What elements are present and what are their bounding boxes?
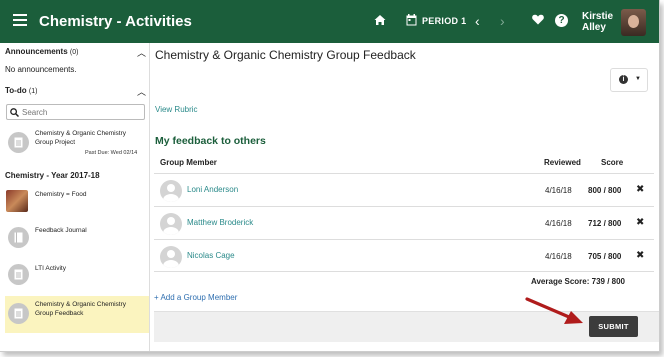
help-icon[interactable]: ?	[555, 14, 568, 27]
search-icon	[10, 107, 19, 117]
reviewed-date: 4/16/18	[545, 219, 572, 228]
document-icon	[8, 132, 29, 153]
course-item-label: Chemistry = Food	[35, 191, 87, 198]
column-header-reviewed: Reviewed	[544, 158, 581, 167]
info-icon: i	[619, 75, 628, 84]
user-last-name: Alley	[582, 22, 606, 33]
page-title: Chemistry & Organic Chemistry Group Feed…	[155, 48, 416, 62]
todo-item-label: Chemistry & Organic Chemistry Group Proj…	[35, 129, 126, 147]
collapse-todo-icon[interactable]: ︿	[137, 85, 146, 98]
score-value: 712 / 800	[588, 219, 622, 228]
top-bar: Chemistry - Activities PERIOD 1 ‹ › ? Ki…	[0, 0, 659, 43]
app-title: Chemistry - Activities	[39, 13, 192, 30]
view-rubric-link[interactable]: View Rubric	[155, 105, 198, 114]
announcements-header: Announcements (0)	[5, 47, 78, 56]
chevron-right-icon[interactable]: ›	[500, 13, 505, 29]
course-item-label: Feedback Journal	[35, 227, 87, 234]
avatar[interactable]	[621, 9, 646, 36]
course-item-line2: Group Feedback	[35, 310, 84, 317]
annotation-arrow	[525, 297, 583, 324]
add-group-member-link[interactable]: + Add a Group Member	[154, 293, 237, 302]
member-avatar	[160, 246, 182, 268]
due-date: Past Due: Wed 02/14	[85, 150, 138, 156]
member-avatar	[160, 180, 182, 202]
plus-icon: +	[154, 293, 159, 302]
average-score: Average Score: 739 / 800	[531, 277, 625, 286]
column-header-score: Score	[601, 158, 624, 167]
todo-label: To-do	[5, 86, 27, 95]
table-row: Loni Anderson 4/16/18 800 / 800 ✖	[154, 173, 654, 206]
food-thumbnail	[6, 190, 28, 212]
reviewed-date: 4/16/18	[545, 252, 572, 261]
score-value: 800 / 800	[588, 186, 622, 195]
user-first-name: Kirstie	[582, 11, 614, 22]
user-name[interactable]: Kirstie Alley	[582, 11, 613, 33]
member-name-link[interactable]: Nicolas Cage	[187, 251, 235, 260]
collapse-announcements-icon[interactable]: ︿	[137, 46, 146, 59]
calendar-icon[interactable]	[406, 14, 417, 26]
table-row: Matthew Broderick 4/16/18 712 / 800 ✖	[154, 206, 654, 239]
document-icon	[8, 264, 29, 285]
table-row: Nicolas Cage 4/16/18 705 / 800 ✖	[154, 239, 654, 272]
chevron-left-icon[interactable]: ‹	[475, 13, 480, 29]
course-header: Chemistry - Year 2017-18	[5, 171, 100, 180]
search-box	[6, 104, 145, 120]
todo-item-line2: Group Project	[35, 139, 76, 146]
announcements-count: (0)	[69, 49, 79, 56]
app-window: Chemistry - Activities PERIOD 1 ‹ › ? Ki…	[0, 0, 660, 352]
submit-button[interactable]: SUBMIT	[589, 316, 638, 337]
period-selector[interactable]: PERIOD 1	[422, 16, 466, 26]
member-name-link[interactable]: Matthew Broderick	[187, 218, 253, 227]
remove-icon[interactable]: ✖	[636, 250, 644, 261]
course-item-line1: Chemistry & Organic Chemistry	[35, 301, 127, 308]
course-item-label: Chemistry & Organic Chemistry Group Feed…	[35, 300, 126, 318]
member-name-link[interactable]: Loni Anderson	[187, 185, 238, 194]
feedback-heading: My feedback to others	[155, 135, 266, 147]
journal-icon	[8, 227, 29, 248]
todo-item-line1: Chemistry & Organic Chemistry	[35, 130, 127, 137]
todo-count: (1)	[28, 88, 38, 95]
document-icon	[8, 303, 29, 324]
remove-icon[interactable]: ✖	[636, 184, 644, 195]
home-icon[interactable]	[374, 14, 386, 26]
announcements-label: Announcements	[5, 47, 68, 56]
heart-icon[interactable]	[532, 14, 544, 25]
todo-header: To-do (1)	[5, 86, 37, 95]
column-header-member: Group Member	[160, 158, 217, 167]
search-input[interactable]	[22, 107, 137, 117]
menu-icon[interactable]	[13, 14, 27, 26]
reviewed-date: 4/16/18	[545, 186, 572, 195]
no-announcements-text: No announcements.	[5, 65, 77, 74]
score-value: 705 / 800	[588, 252, 622, 261]
member-avatar	[160, 213, 182, 235]
remove-icon[interactable]: ✖	[636, 217, 644, 228]
caret-down-icon: ▼	[635, 76, 641, 82]
info-dropdown-button[interactable]: i ▼	[610, 68, 648, 92]
sidebar: Announcements (0) ︿ No announcements. To…	[0, 43, 150, 351]
course-item-label: LTI Activity	[35, 265, 66, 272]
add-group-member-label: Add a Group Member	[160, 293, 238, 302]
